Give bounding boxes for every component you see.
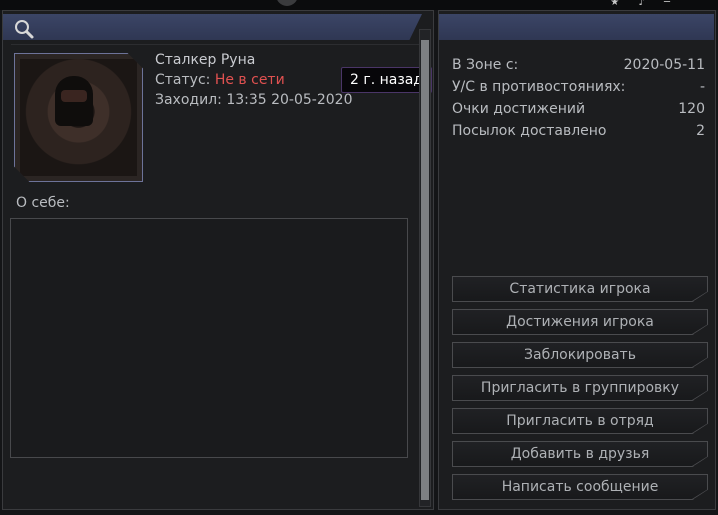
top-knob [276, 0, 298, 6]
player-stats-button[interactable]: Статистика игрока [452, 276, 708, 302]
stat-row: У/С в противостояниях: - [452, 79, 705, 101]
add-friend-button[interactable]: Добавить в друзья [452, 441, 708, 467]
about-label: О себе: [16, 195, 70, 211]
stat-label: Посылок доставлено [452, 123, 607, 139]
stat-row: Посылок доставлено 2 [452, 123, 705, 145]
stat-row: В Зоне с: 2020-05-11 [452, 57, 705, 79]
header-divider [11, 44, 419, 45]
status-label: Статус: [155, 72, 211, 88]
player-name: Сталкер Руна [155, 52, 256, 68]
action-buttons: Статистика игрока Достижения игрока Забл… [452, 276, 708, 507]
status-line: Статус: Не в сети [155, 72, 285, 88]
block-button[interactable]: Заблокировать [452, 342, 708, 368]
stats-header [439, 14, 714, 40]
profile-panel: Сталкер Руна Статус: Не в сети Заходил: … [2, 10, 434, 510]
stat-label: У/С в противостояниях: [452, 79, 626, 95]
send-message-button[interactable]: Написать сообщение [452, 474, 708, 500]
invite-to-squad-button[interactable]: Пригласить в отряд [452, 408, 708, 434]
stats-list: В Зоне с: 2020-05-11 У/С в противостояни… [452, 57, 705, 145]
stat-row: Очки достижений 120 [452, 101, 705, 123]
scrollbar[interactable] [419, 29, 431, 507]
last-seen-line: Заходил: 13:35 20-05-2020 [155, 92, 352, 108]
stat-value: 2020-05-11 [623, 57, 705, 73]
scroll-thumb[interactable] [421, 40, 429, 500]
invite-to-faction-button[interactable]: Пригласить в группировку [452, 375, 708, 401]
search-icon[interactable] [13, 18, 35, 40]
window-top-bar: ★ ♪ ─ [0, 0, 718, 10]
last-seen-value: 13:35 20-05-2020 [226, 92, 353, 108]
about-textbox[interactable] [10, 218, 408, 458]
last-seen-label: Заходил: [155, 92, 222, 108]
stat-value: 2 [696, 123, 705, 139]
stats-panel: В Зоне с: 2020-05-11 У/С в противостояни… [438, 10, 716, 510]
stat-value: - [699, 79, 705, 95]
top-icons: ★ ♪ ─ [610, 0, 678, 8]
player-achievements-button[interactable]: Достижения игрока [452, 309, 708, 335]
avatar [14, 53, 143, 182]
status-value: Не в сети [214, 72, 285, 88]
stat-label: В Зоне с: [452, 57, 519, 73]
stat-label: Очки достижений [452, 101, 586, 117]
profile-header [3, 14, 422, 40]
stat-value: 120 [678, 101, 705, 117]
